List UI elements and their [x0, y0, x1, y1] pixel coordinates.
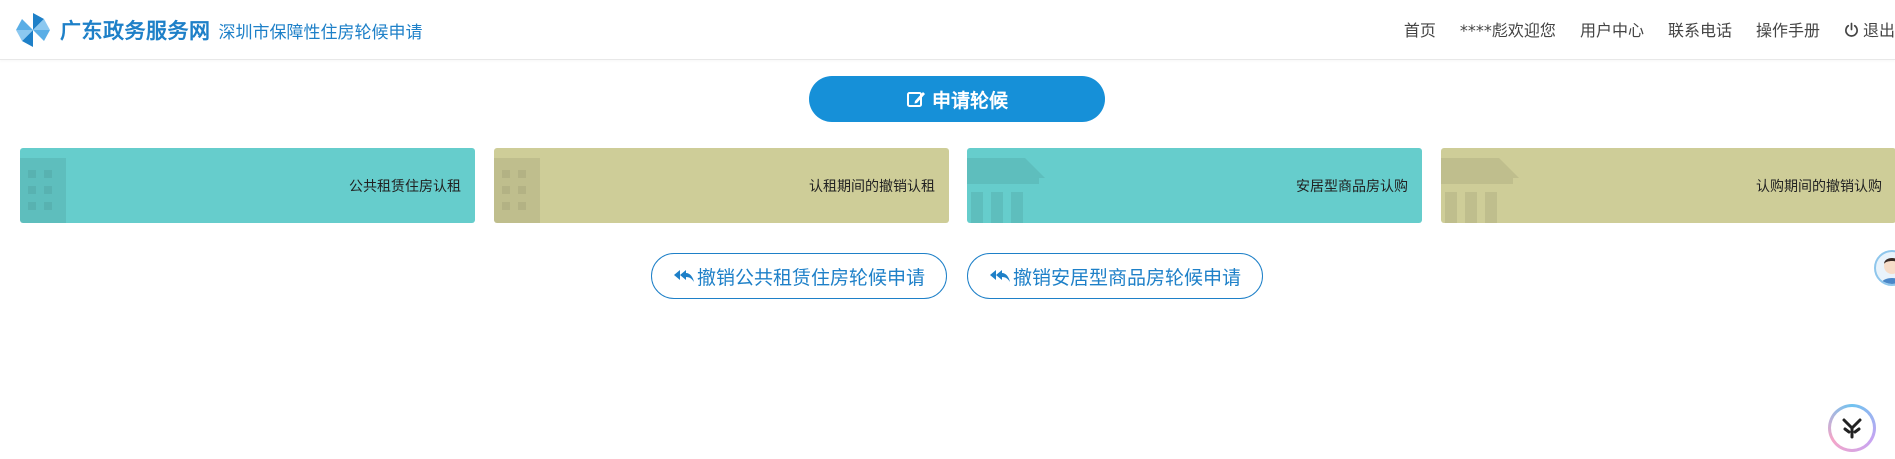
page-subtitle: 深圳市保障性住房轮候申请 [218, 22, 423, 43]
site-name: 广东政务服务网 [60, 19, 211, 43]
card-affordable-housing-purchase[interactable]: 安居型商品房认购 [967, 148, 1422, 223]
revoke-public-rental-button[interactable]: 撤销公共租赁住房轮候申请 [651, 253, 947, 299]
building-icon [20, 158, 66, 223]
nav-contact-phone[interactable]: 联系电话 [1668, 17, 1732, 41]
apply-button-label: 申请轮候 [931, 89, 1008, 112]
apply-waiting-button[interactable]: 申请轮候 [809, 76, 1105, 122]
customer-service-avatar[interactable] [1874, 250, 1895, 286]
edit-icon [906, 92, 925, 107]
nav-user-center[interactable]: 用户中心 [1580, 17, 1644, 41]
nav-welcome-user[interactable]: ****彪欢迎您 [1460, 17, 1556, 41]
bank-icon [967, 158, 1045, 223]
card-revoke-purchase[interactable]: 认购期间的撤销认购 [1441, 148, 1895, 223]
card-label: 认租期间的撤销认租 [809, 178, 935, 195]
card-label: 认购期间的撤销认购 [1756, 178, 1882, 195]
revoke-button-label: 撤销安居型商品房轮候申请 [1012, 266, 1241, 289]
agent-avatar-icon [1881, 258, 1895, 284]
bank-icon [1441, 158, 1519, 223]
pinwheel-logo-icon [16, 13, 50, 47]
logout-label: 退出 [1862, 21, 1895, 40]
building-icon [494, 158, 540, 223]
nav-home[interactable]: 首页 [1404, 17, 1436, 41]
nav-logout[interactable]: 退出 [1844, 17, 1895, 41]
power-icon [1845, 22, 1858, 37]
card-revoke-rental-subscribe[interactable]: 认租期间的撤销认租 [494, 148, 949, 223]
assistant-logo-icon [1842, 418, 1862, 439]
revoke-affordable-housing-button[interactable]: 撤销安居型商品房轮候申请 [967, 253, 1263, 299]
nav-manual[interactable]: 操作手册 [1756, 17, 1820, 41]
card-public-rental-subscribe[interactable]: 公共租赁住房认租 [20, 148, 475, 223]
top-nav: 首页 ****彪欢迎您 用户中心 联系电话 操作手册 退出 [1380, 0, 1895, 58]
card-label: 安居型商品房认购 [1296, 178, 1408, 195]
reply-all-icon [673, 270, 694, 282]
card-label: 公共租赁住房认租 [349, 178, 461, 195]
revoke-button-label: 撤销公共租赁住房轮候申请 [696, 266, 925, 289]
top-navbar: 广东政务服务网 深圳市保障性住房轮候申请 首页 ****彪欢迎您 用户中心 联系… [0, 0, 1895, 60]
reply-all-icon [989, 270, 1010, 282]
assistant-button[interactable] [1828, 404, 1876, 452]
brand[interactable]: 广东政务服务网 深圳市保障性住房轮候申请 [14, 11, 423, 49]
